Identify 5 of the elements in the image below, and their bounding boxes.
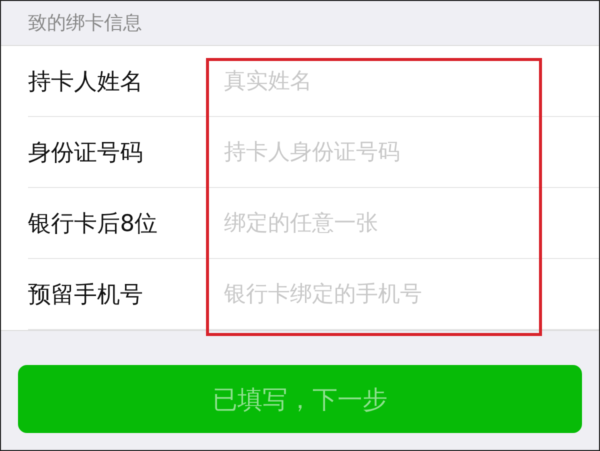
field-label: 持卡人姓名 (28, 68, 144, 96)
section-header: 致的绑卡信息 (28, 11, 142, 36)
field-label: 银行卡后8位 (28, 210, 159, 238)
field-label: 预留手机号 (28, 280, 144, 310)
field-label: 身份证号码 (28, 138, 144, 168)
